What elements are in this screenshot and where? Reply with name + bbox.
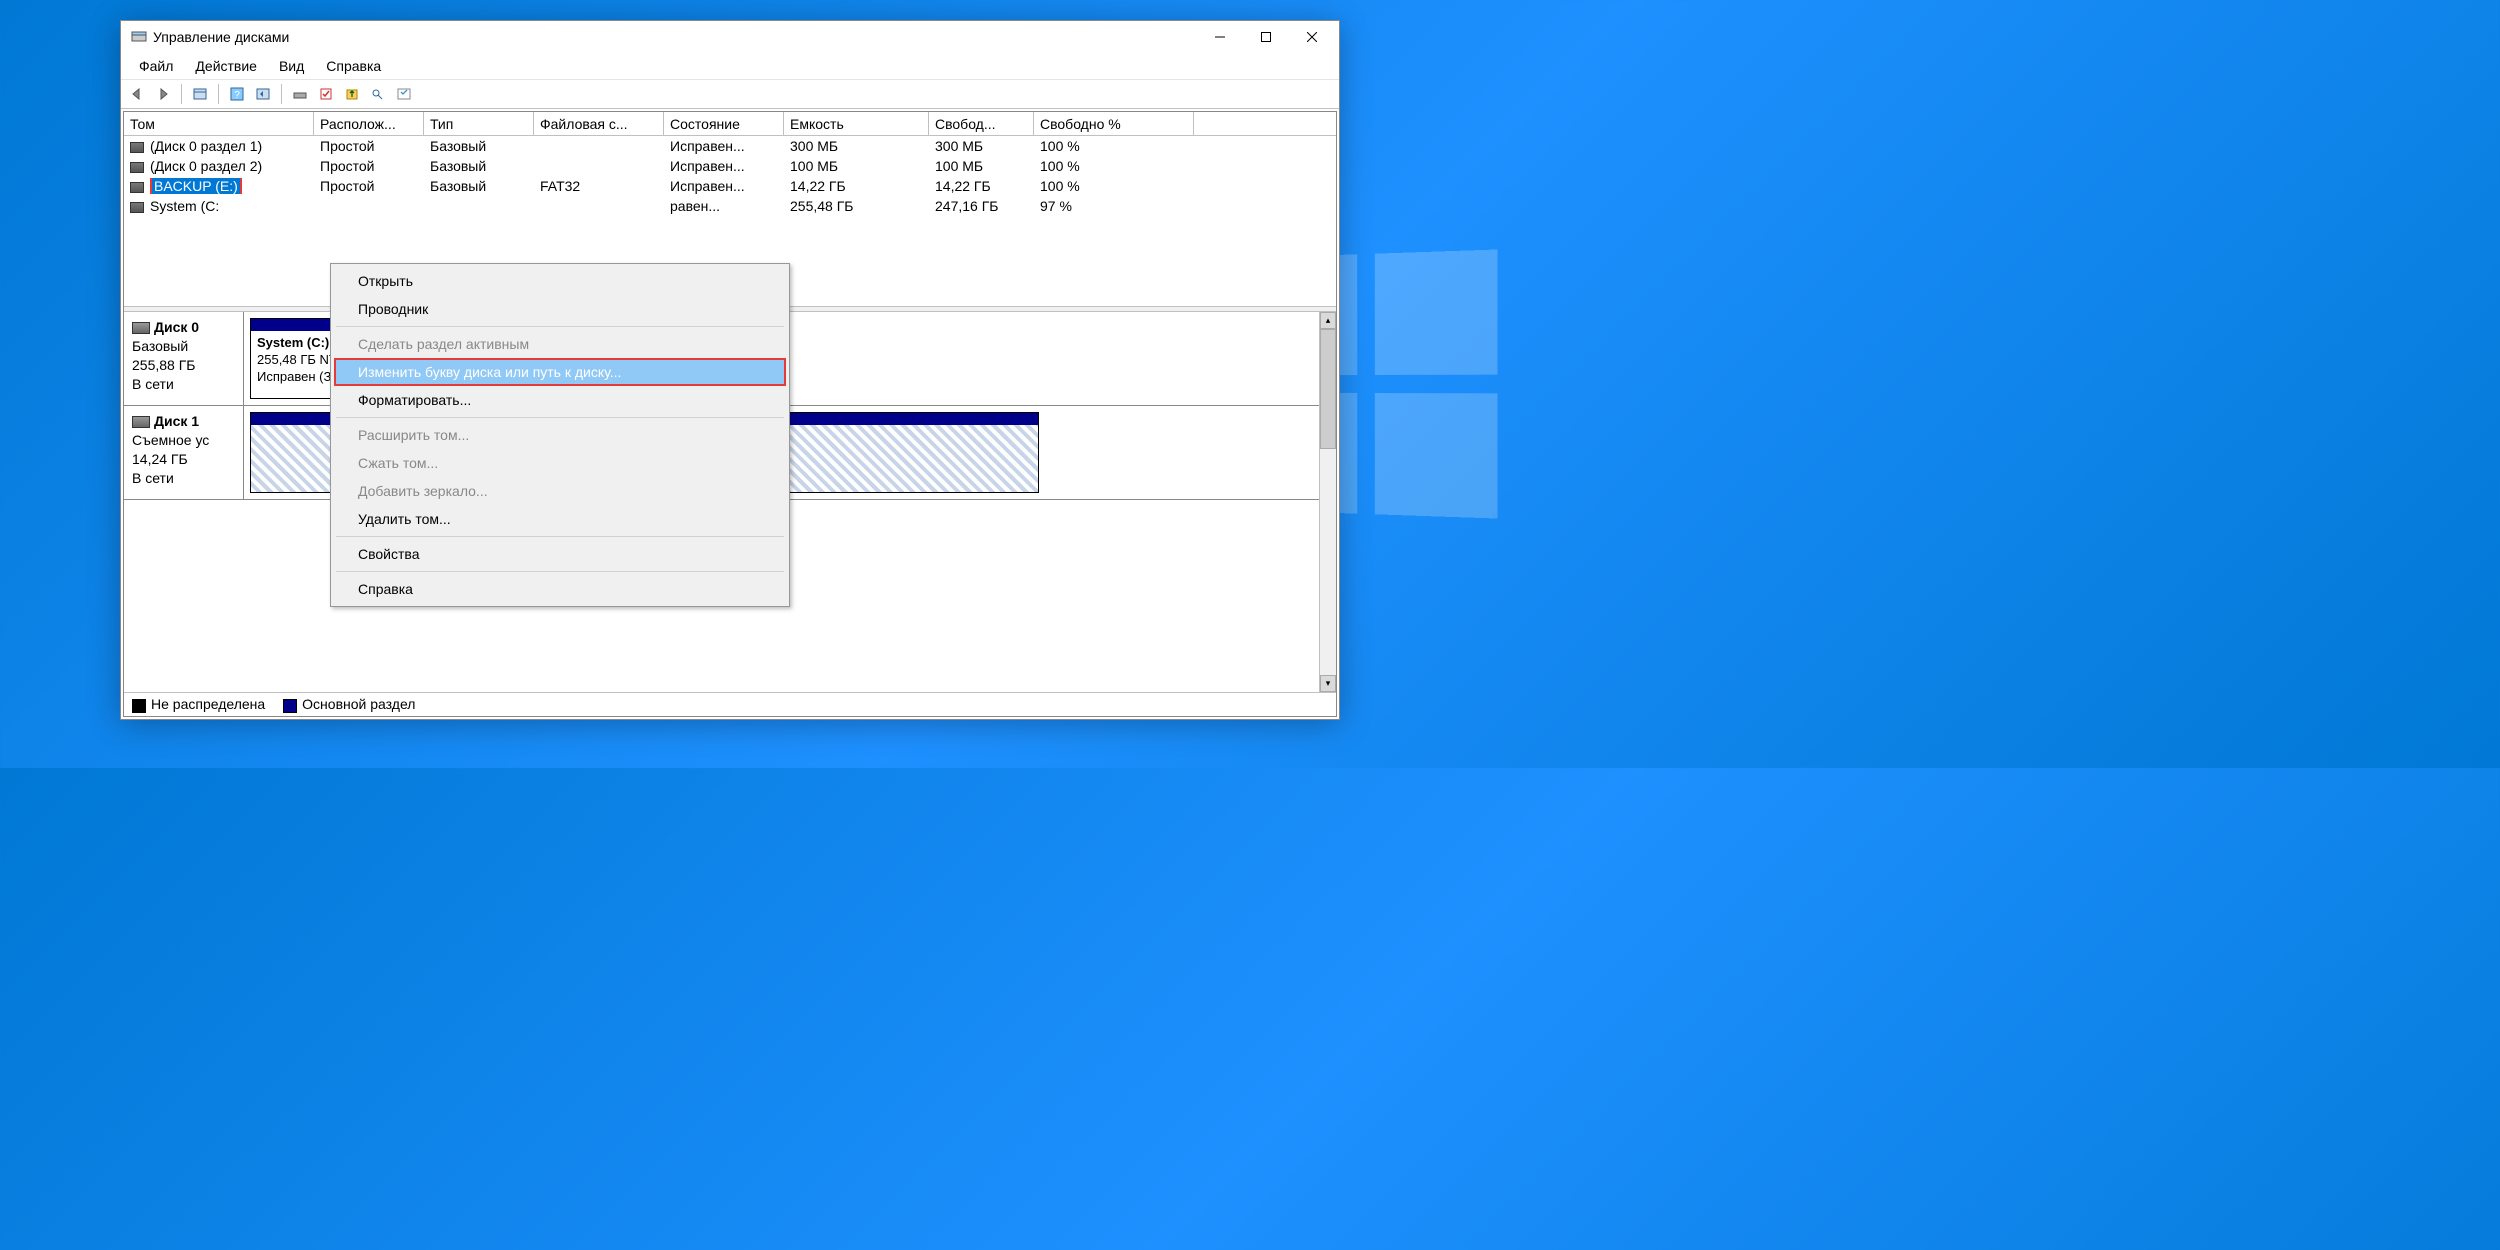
ctx-change-letter[interactable]: Изменить букву диска или путь к диску... [334,358,786,386]
app-icon [131,29,147,45]
ctx-delete[interactable]: Удалить том... [334,505,786,533]
col-capacity[interactable]: Емкость [784,112,929,135]
volume-row[interactable]: (Диск 0 раздел 2)ПростойБазовыйИсправен.… [124,156,1336,176]
disk-1-info[interactable]: Диск 1 Съемное ус 14,24 ГБ В сети [124,406,244,499]
forward-button[interactable] [151,83,175,105]
close-button[interactable] [1289,22,1335,52]
context-menu: Открыть Проводник Сделать раздел активны… [330,263,790,607]
disk-0-status: В сети [132,376,174,392]
ctx-open[interactable]: Открыть [334,267,786,295]
legend-primary-label: Основной раздел [302,696,415,712]
tool-button-4[interactable] [366,83,390,105]
scroll-up-icon[interactable]: ▴ [1320,312,1336,329]
col-free[interactable]: Свобод... [929,112,1034,135]
col-layout[interactable]: Располож... [314,112,424,135]
disk-scrollbar[interactable]: ▴ ▾ [1319,312,1336,692]
disk-0-label: Диск 0 [154,319,199,335]
tool-button-5[interactable] [392,83,416,105]
refresh-button[interactable] [251,83,275,105]
disk-0-info[interactable]: Диск 0 Базовый 255,88 ГБ В сети [124,312,244,405]
tool-button-2[interactable] [314,83,338,105]
legend-swatch-primary [283,699,297,713]
toolbar: ? [121,79,1339,109]
ctx-mirror: Добавить зеркало... [334,477,786,505]
svg-text:?: ? [234,90,240,101]
col-freepct[interactable]: Свободно % [1034,112,1194,135]
ctx-properties[interactable]: Свойства [334,540,786,568]
menu-action[interactable]: Действие [185,56,267,76]
disk-icon [132,322,150,334]
volume-row[interactable]: System (C:равен...255,48 ГБ247,16 ГБ97 % [124,196,1336,216]
tool-button-3[interactable] [340,83,364,105]
col-status[interactable]: Состояние [664,112,784,135]
legend-swatch-unalloc [132,699,146,713]
col-type[interactable]: Тип [424,112,534,135]
menu-help[interactable]: Справка [316,56,391,76]
disk-icon [132,416,150,428]
window-title: Управление дисками [153,29,289,45]
titlebar[interactable]: Управление дисками [121,21,1339,53]
volume-row[interactable]: (Диск 0 раздел 1)ПростойБазовыйИсправен.… [124,136,1336,156]
help-button[interactable]: ? [225,83,249,105]
menubar: Файл Действие Вид Справка [121,53,1339,79]
minimize-button[interactable] [1197,22,1243,52]
volume-grid-header: Том Располож... Тип Файловая с... Состоя… [124,112,1336,136]
menu-view[interactable]: Вид [269,56,314,76]
menu-file[interactable]: Файл [129,56,183,76]
partition-title: System (C:) [257,335,329,350]
legend-unalloc-label: Не распределена [151,696,265,712]
ctx-extend: Расширить том... [334,421,786,449]
disk-0-type: Базовый [132,338,188,354]
volume-row[interactable]: BACKUP (E:)ПростойБазовыйFAT32Исправен..… [124,176,1336,196]
ctx-make-active: Сделать раздел активным [334,330,786,358]
scroll-down-icon[interactable]: ▾ [1320,675,1336,692]
tool-button-1[interactable] [288,83,312,105]
ctx-help[interactable]: Справка [334,575,786,603]
disk-1-label: Диск 1 [154,413,199,429]
disk-1-status: В сети [132,470,174,486]
ctx-shrink: Сжать том... [334,449,786,477]
disk-1-type: Съемное ус [132,432,209,448]
legend: Не распределена Основной раздел [124,692,1336,716]
ctx-explorer[interactable]: Проводник [334,295,786,323]
col-filesystem[interactable]: Файловая с... [534,112,664,135]
col-volume[interactable]: Том [124,112,314,135]
disk-1-size: 14,24 ГБ [132,451,188,467]
scroll-thumb[interactable] [1320,329,1336,449]
properties-button[interactable] [188,83,212,105]
maximize-button[interactable] [1243,22,1289,52]
ctx-format[interactable]: Форматировать... [334,386,786,414]
back-button[interactable] [125,83,149,105]
disk-0-size: 255,88 ГБ [132,357,195,373]
